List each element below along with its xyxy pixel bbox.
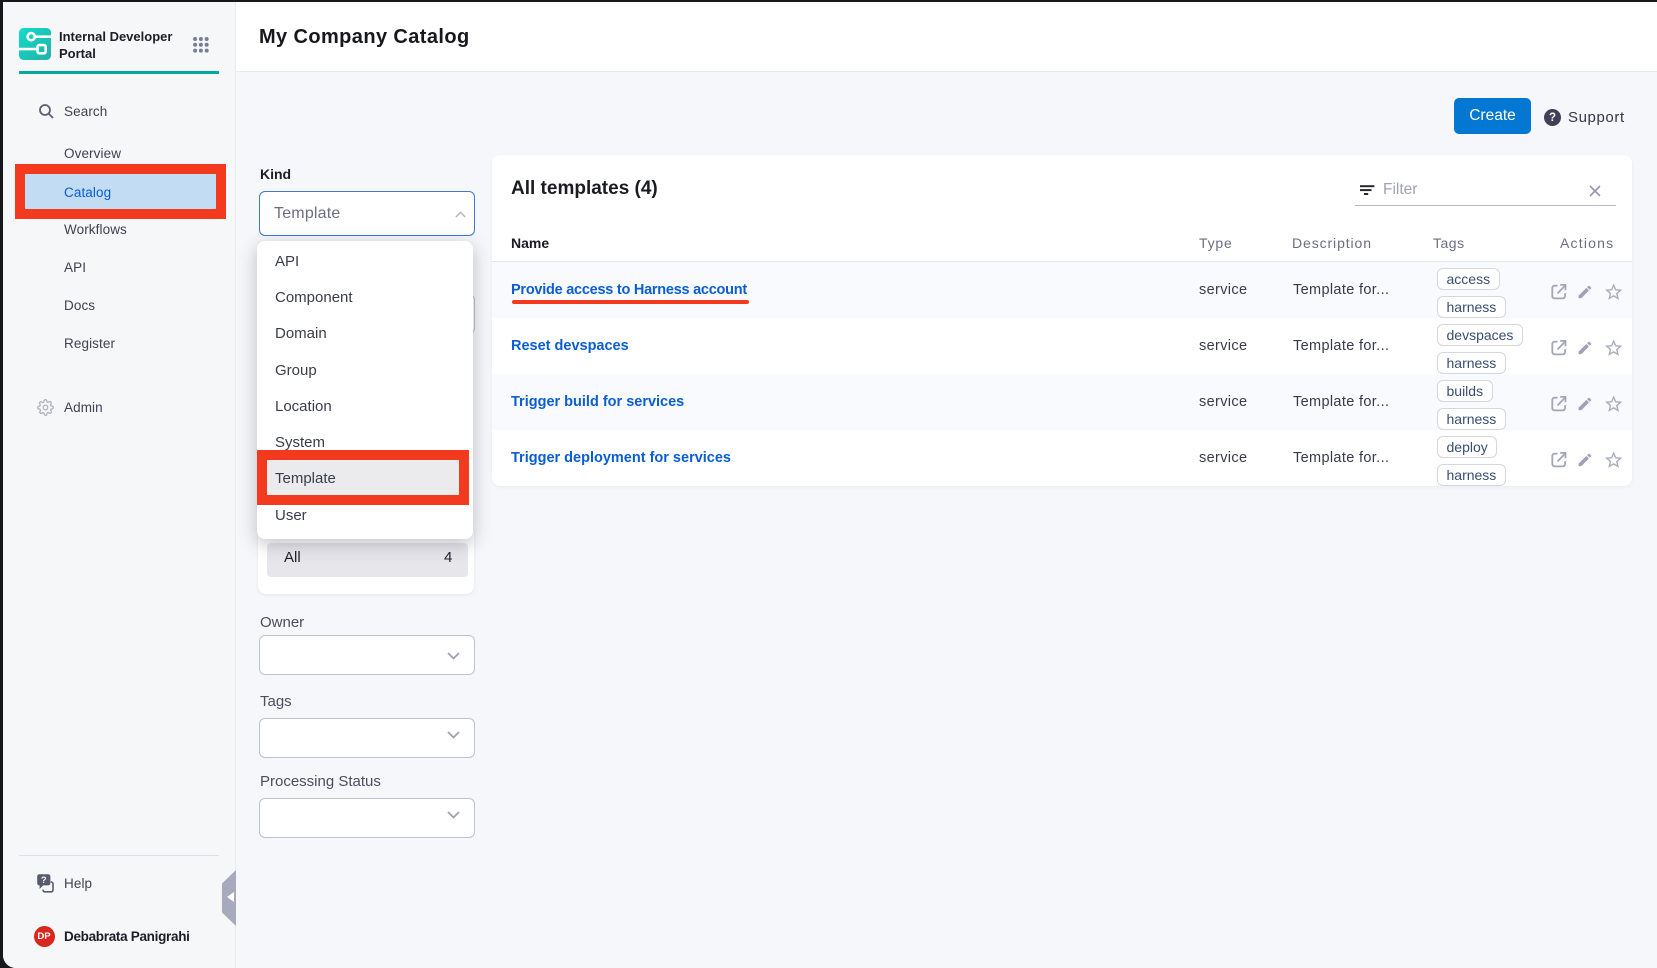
svg-text:?: ? bbox=[41, 875, 47, 886]
